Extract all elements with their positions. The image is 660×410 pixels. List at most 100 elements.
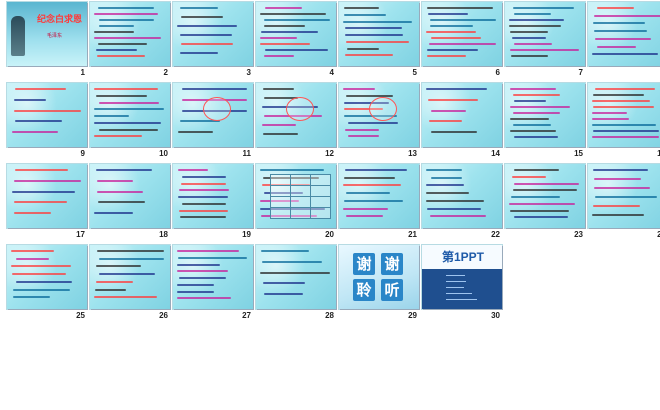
slide-thumbnail[interactable]: 24 <box>588 164 660 244</box>
slide-preview[interactable] <box>588 83 660 147</box>
slide-thumbnail[interactable]: 14 <box>422 83 502 163</box>
slide-thumbnail[interactable]: 15 <box>505 83 585 163</box>
slide-preview[interactable] <box>256 83 336 147</box>
slide-thumbnail[interactable]: 11 <box>173 83 253 163</box>
slide-text-line <box>177 290 214 293</box>
slide-preview[interactable] <box>256 2 336 66</box>
slide-text-line <box>96 265 141 268</box>
slide-text-line <box>14 212 51 215</box>
slide-thumbnail[interactable]: 第1PPT 30 <box>422 245 502 325</box>
slide-text-line <box>96 169 152 171</box>
slide-text-line <box>177 297 231 300</box>
slide-text-line <box>595 88 655 90</box>
slide-thumbnail[interactable]: 22 <box>422 164 502 244</box>
slide-thumbnail[interactable]: 纪念白求恩 毛泽东 1 <box>7 2 87 82</box>
slide-preview[interactable] <box>339 2 419 66</box>
slide-preview[interactable] <box>7 164 87 228</box>
slide-thumbnail[interactable]: 8 <box>588 2 660 82</box>
slide-thumbnail[interactable]: 20 <box>256 164 336 244</box>
slide-preview[interactable] <box>339 83 419 147</box>
slide-preview[interactable] <box>422 2 502 66</box>
slide-preview[interactable] <box>7 83 87 147</box>
slide-number: 10 <box>159 149 168 158</box>
slide-text-line <box>592 214 644 216</box>
slide-text-line <box>261 250 309 252</box>
slide-thumbnail[interactable]: 5 <box>339 2 419 82</box>
slide-thumbnail[interactable]: 21 <box>339 164 419 244</box>
slide-text-line <box>345 169 407 171</box>
slide-preview[interactable] <box>505 2 585 66</box>
slide-thumbnail[interactable]: 谢谢聆听 29 <box>339 245 419 325</box>
slide-preview[interactable] <box>505 164 585 228</box>
slide-thumbnail[interactable]: 27 <box>173 245 253 325</box>
slide-text-line <box>260 271 330 274</box>
slide-preview[interactable] <box>339 164 419 228</box>
slide-text-line <box>426 169 462 171</box>
slide-text-line <box>426 199 484 202</box>
slide-thumbnail[interactable]: 13 <box>339 83 419 163</box>
slide-thumbnail[interactable]: 4 <box>256 2 336 82</box>
slide-number: 3 <box>246 68 251 77</box>
slide-text-line <box>592 118 629 120</box>
slide-text-line <box>179 189 229 192</box>
slide-thumbnail[interactable]: 26 <box>90 245 170 325</box>
slide-preview[interactable] <box>173 2 253 66</box>
ppt-text-line <box>446 299 477 300</box>
slide-thumbnail[interactable]: 28 <box>256 245 336 325</box>
slide-thumbnail[interactable]: 25 <box>7 245 87 325</box>
slide-text-line <box>99 19 154 21</box>
slide-thumbnail[interactable]: 2 <box>90 2 170 82</box>
slide-thumbnail[interactable]: 23 <box>505 164 585 244</box>
slide-thumbnail[interactable]: 17 <box>7 164 87 244</box>
slide-preview[interactable]: 谢谢聆听 <box>339 245 419 309</box>
slide-text-line <box>94 212 133 215</box>
slide-preview[interactable] <box>256 245 336 309</box>
slide-preview[interactable]: 纪念白求恩 毛泽东 <box>7 2 87 66</box>
slide-number: 7 <box>578 68 583 77</box>
slide-thumbnail[interactable]: 9 <box>7 83 87 163</box>
slide-preview[interactable] <box>173 83 253 147</box>
slide-preview[interactable] <box>90 2 170 66</box>
slide-text-line <box>13 288 70 291</box>
slide-thumbnail[interactable]: 7 <box>505 2 585 82</box>
slide-preview[interactable] <box>90 164 170 228</box>
slide-preview[interactable] <box>90 245 170 309</box>
slide-text-line <box>346 40 409 43</box>
slide-text-line <box>99 273 155 276</box>
slide-text-line <box>98 7 154 9</box>
slide-preview[interactable] <box>422 83 502 147</box>
slide-preview[interactable] <box>422 164 502 228</box>
slide-preview[interactable] <box>588 2 660 66</box>
slide-text-line <box>431 131 477 134</box>
slide-text-line <box>94 115 129 117</box>
slide-text-line <box>182 175 226 178</box>
slide-preview[interactable] <box>7 245 87 309</box>
slide-preview[interactable] <box>256 164 336 228</box>
slide-text-line <box>12 273 66 276</box>
slide-preview[interactable]: 第1PPT <box>422 245 502 309</box>
slide-preview[interactable] <box>505 83 585 147</box>
slide-preview[interactable] <box>588 164 660 228</box>
slide-text-line <box>181 182 226 185</box>
slide-thumbnail[interactable]: 6 <box>422 2 502 82</box>
slide-text-line <box>592 112 627 114</box>
slide-text-line <box>509 25 561 27</box>
slide-text-line <box>345 128 379 131</box>
slide-text-line <box>513 124 551 126</box>
slide-thumbnail[interactable]: 16 <box>588 83 660 163</box>
slide-thumbnail[interactable]: 3 <box>173 2 253 82</box>
slide-thumbnail[interactable]: 10 <box>90 83 170 163</box>
ppt-text-line <box>446 287 464 288</box>
slide-text-line <box>514 169 559 171</box>
slide-text-line <box>178 196 228 198</box>
slide-text-line <box>94 296 157 299</box>
slide-preview[interactable] <box>173 245 253 309</box>
slide-author: 毛泽东 <box>47 33 63 39</box>
slide-thumbnail[interactable]: 18 <box>90 164 170 244</box>
slide-preview[interactable] <box>173 164 253 228</box>
slide-text-line <box>12 131 58 134</box>
slide-thumbnail[interactable]: 12 <box>256 83 336 163</box>
slide-preview[interactable] <box>90 83 170 147</box>
slide-thumbnail[interactable]: 19 <box>173 164 253 244</box>
slide-number: 11 <box>242 149 251 158</box>
